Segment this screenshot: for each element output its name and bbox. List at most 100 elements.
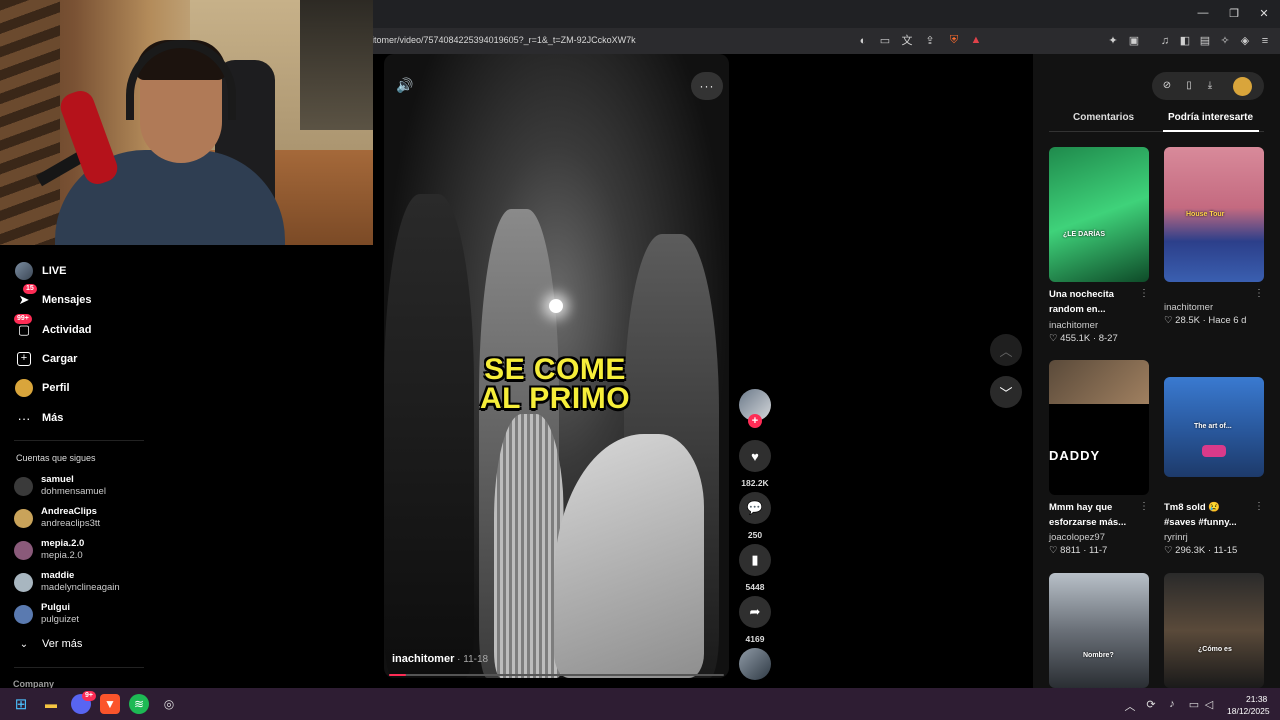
minimize-icon[interactable]: —	[1196, 7, 1210, 19]
taskbar	[0, 688, 1280, 720]
extensions-icon[interactable]: ✦	[1106, 35, 1120, 47]
follow-plus-icon[interactable]: +	[748, 414, 762, 428]
discord-icon[interactable]: 9+	[71, 691, 96, 714]
avatar	[14, 476, 33, 496]
tray-sync-icon[interactable]: ⟳	[1144, 698, 1158, 711]
video-author[interactable]: inachitomer	[1164, 302, 1213, 313]
spotify-icon[interactable]: ≋	[129, 694, 149, 714]
close-icon[interactable]: ✕	[1257, 7, 1271, 20]
sidebar-item-upload[interactable]: + Cargar	[14, 348, 77, 370]
clock-date[interactable]: 18/12/2025	[1227, 706, 1270, 716]
reader-mode-icon[interactable]: ◐	[856, 35, 870, 47]
video-author[interactable]: ryrinrj	[1164, 532, 1188, 543]
save-action[interactable]: ▮ 5448	[739, 544, 771, 592]
more-options-button[interactable]: ···	[691, 72, 723, 100]
compass-icon[interactable]: ⊘	[1161, 80, 1173, 91]
music-disc-icon[interactable]	[739, 648, 771, 680]
music-icon[interactable]: ♫	[1158, 35, 1172, 47]
brave-browser-icon[interactable]: ▼	[100, 694, 120, 714]
video-more-icon[interactable]: ⋮	[1139, 501, 1149, 512]
clock-time[interactable]: 21:38	[1246, 694, 1267, 704]
translate-icon[interactable]: 文	[900, 35, 914, 47]
webcam-overlay	[0, 0, 373, 245]
following-name: AndreaClips	[41, 506, 97, 517]
following-name: Pulgui	[41, 602, 71, 613]
share-icon[interactable]: ⇪	[923, 35, 937, 47]
vpn-icon[interactable]: ◈	[1238, 35, 1252, 47]
following-item[interactable]: Pulgui pulguizet	[14, 602, 79, 626]
tab-comments[interactable]: Comentarios	[1073, 112, 1134, 123]
video-thumbnail[interactable]: House Tour	[1164, 147, 1264, 282]
brave-shields-icon[interactable]: ⛨	[947, 34, 961, 46]
tray-chevron-up-icon[interactable]: ︿	[1123, 698, 1137, 714]
wallet-card-icon[interactable]: ▤	[1198, 35, 1212, 47]
video-more-icon[interactable]: ⋮	[1254, 501, 1264, 512]
heart-icon[interactable]: ♥	[739, 440, 771, 472]
share-arrow-icon[interactable]: ➦	[739, 596, 771, 628]
video-more-icon[interactable]: ⋮	[1254, 288, 1264, 299]
menu-icon[interactable]: ≡	[1258, 35, 1272, 47]
brave-rewards-icon[interactable]: ▲	[969, 34, 983, 46]
video-author[interactable]: inachitomer	[1049, 320, 1098, 331]
volume-icon[interactable]: 🔊	[396, 77, 414, 95]
sidebar-item-messages[interactable]: ➤ 15 Mensajes	[14, 284, 92, 311]
following-item[interactable]: maddie madelynclineagain	[14, 570, 120, 594]
video-thumbnail[interactable]: The art of...	[1164, 377, 1264, 477]
messages-badge: 15	[23, 284, 37, 294]
following-item[interactable]: AndreaClips andreaclips3tt	[14, 506, 100, 530]
cast-icon[interactable]: ▭	[878, 35, 892, 47]
windows-start-icon[interactable]: ⊞	[11, 694, 31, 714]
phone-icon[interactable]: ▯	[1183, 80, 1195, 91]
see-more-button[interactable]: ⌄ Ver más	[14, 633, 83, 655]
url-text[interactable]: itomer/video/7574084225394019605?_r=1&_t…	[372, 35, 636, 45]
video-author[interactable]: joacolopez97	[1049, 532, 1105, 543]
thumbnail-overlay-text: ¿LE DARÍAS	[1063, 231, 1105, 238]
following-item[interactable]: mepia.2.0 mepia.2.0	[14, 538, 84, 562]
speaker-icon[interactable]: ◁	[1202, 698, 1216, 711]
bookmark-icon[interactable]: ▮	[739, 544, 771, 576]
following-name: samuel	[41, 474, 74, 485]
file-explorer-icon[interactable]: ▬	[41, 694, 61, 714]
avatar[interactable]	[1233, 77, 1252, 96]
restore-icon[interactable]: ❐	[1227, 7, 1241, 20]
share-action[interactable]: ➦ 4169	[739, 596, 771, 644]
save-count: 5448	[745, 582, 765, 592]
video-title[interactable]: Tm8 sold 😢 #saves #funny...	[1164, 500, 1250, 530]
download-icon[interactable]: ⤓	[1204, 80, 1216, 91]
video-author-line[interactable]: inachitomer · 11-18	[392, 653, 488, 665]
chevron-down-icon: ⌄	[19, 638, 29, 650]
thumbnail-overlay-text: DADDY	[1049, 448, 1101, 463]
video-thumbnail[interactable]: ¿Cómo es	[1164, 573, 1264, 688]
microphone-icon[interactable]: ♪	[1165, 698, 1179, 710]
like-action[interactable]: ♥ 182.2K	[739, 440, 771, 488]
video-title[interactable]: Una nochecita random en...	[1049, 287, 1135, 317]
discord-badge: 9+	[82, 691, 96, 701]
sidebar-toggle-icon[interactable]: ◧	[1178, 35, 1192, 47]
next-video-button[interactable]: ﹀	[990, 376, 1022, 408]
tab-recommended[interactable]: Podría interesarte	[1168, 112, 1253, 123]
video-thumbnail[interactable]: DADDY	[1049, 360, 1149, 495]
sidebar-item-activity[interactable]: ▢ 99+ Actividad	[14, 314, 92, 341]
video-thumbnail[interactable]: ¿LE DARÍAS	[1049, 147, 1149, 282]
video-thumbnail[interactable]: Nombre?	[1049, 573, 1149, 688]
previous-video-button[interactable]: ︿	[990, 334, 1022, 366]
ai-assistant-icon[interactable]: ✧	[1218, 35, 1232, 47]
video-title[interactable]: Mmm hay que esforzarse más...	[1049, 500, 1135, 530]
chrome-icon[interactable]: ◎	[159, 694, 179, 714]
video-author[interactable]: inachitomer	[392, 653, 454, 665]
video-more-icon[interactable]: ⋮	[1139, 288, 1149, 299]
profile-icon	[14, 378, 34, 398]
sidebar-item-more[interactable]: ··· Más	[14, 407, 64, 429]
see-more-label: Ver más	[42, 638, 83, 650]
sidebar-item-profile[interactable]: Perfil	[14, 377, 70, 399]
avatar	[14, 572, 33, 592]
thumbnail-overlay-text: ¿Cómo es	[1198, 646, 1232, 653]
sidebar-item-live[interactable]: LIVE	[14, 260, 66, 282]
video-progress-track[interactable]	[389, 674, 724, 676]
following-item[interactable]: samuel dohmensamuel	[14, 474, 106, 498]
network-icon[interactable]: ▭	[1187, 698, 1201, 711]
sidebar-item-label: Más	[42, 412, 64, 424]
wallet-icon[interactable]: ▣	[1127, 35, 1141, 47]
comment-action[interactable]: 💬 250	[739, 492, 771, 540]
comment-icon[interactable]: 💬	[739, 492, 771, 524]
